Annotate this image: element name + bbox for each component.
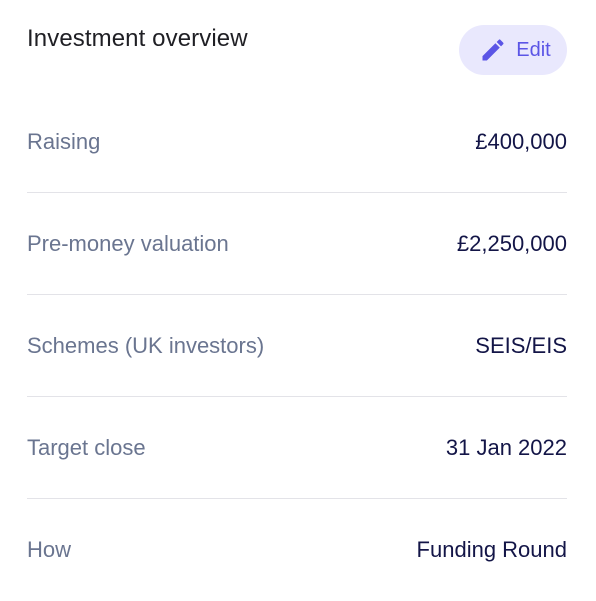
pencil-icon [479,36,507,64]
row-label: Target close [27,434,146,460]
row-value: 31 Jan 2022 [445,434,567,460]
row-value: £2,250,000 [456,230,567,256]
row-schemes: Schemes (UK investors) SEIS/EIS [27,295,567,397]
card-title: Investment overview [27,25,248,52]
investment-overview-card: Investment overview Edit Raising £400,00… [0,0,596,600]
edit-button-label: Edit [516,38,551,61]
edit-button[interactable]: Edit [459,25,567,75]
row-pre-money-valuation: Pre-money valuation £2,250,000 [27,193,567,295]
row-value: £400,000 [475,128,567,154]
row-raising: Raising £400,000 [27,91,567,193]
row-label: How [27,537,72,562]
row-value: Funding Round [416,537,567,562]
overview-list: Raising £400,000 Pre-money valuation £2,… [27,91,567,601]
card-header: Investment overview Edit [27,0,567,91]
row-label: Raising [27,128,101,154]
row-target-close: Target close 31 Jan 2022 [27,397,567,499]
row-label: Pre-money valuation [27,230,229,256]
row-label: Schemes (UK investors) [27,332,265,358]
row-how: How Funding Round [27,499,567,601]
row-value: SEIS/EIS [475,332,567,358]
